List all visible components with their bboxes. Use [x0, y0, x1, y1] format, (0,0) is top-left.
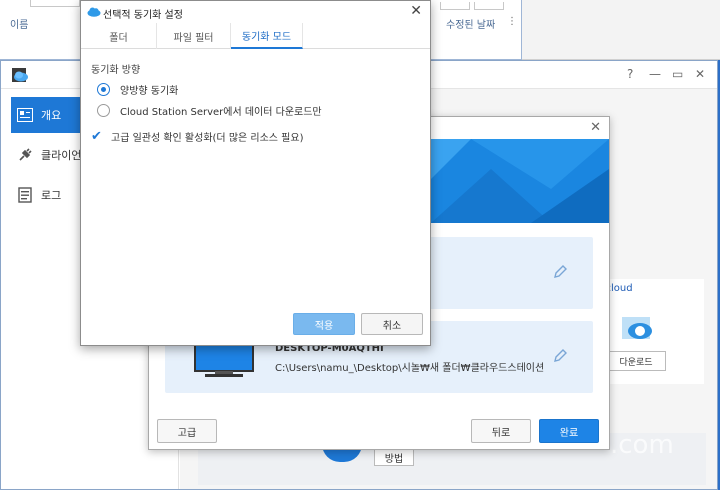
cloud-station-card: S cloud 다운로드: [596, 279, 704, 384]
cloud-icon: [87, 7, 101, 17]
more-vertical-icon[interactable]: ⋮: [507, 16, 517, 27]
plug-icon: [17, 147, 33, 163]
column-modified-header[interactable]: 수정된 날짜: [446, 16, 495, 31]
cloud-station-icon: [12, 68, 28, 82]
tab-bar: 폴더 파일 필터 동기화 모드: [81, 23, 430, 49]
advanced-button[interactable]: 고급: [157, 419, 217, 443]
dialog-title: 선택적 동기화 설정: [103, 10, 183, 21]
tab-sync-mode[interactable]: 동기화 모드: [231, 23, 303, 49]
tab-folder[interactable]: 폴더: [81, 23, 157, 49]
radio-button[interactable]: [97, 104, 110, 117]
close-icon[interactable]: ✕: [590, 120, 601, 135]
sync-direction-label: 동기화 방향: [91, 65, 141, 76]
radio-download-only[interactable]: Cloud Station Server에서 데이터 다운로드만: [97, 103, 322, 118]
selective-sync-dialog: 선택적 동기화 설정 ✕ 폴더 파일 필터 동기화 모드 동기화 방향 양방향 …: [80, 0, 431, 346]
help-icon[interactable]: ?: [627, 67, 633, 81]
maximize-icon[interactable]: ▭: [672, 67, 683, 81]
edit-icon[interactable]: [553, 265, 567, 279]
advanced-consistency-checkbox[interactable]: ✔ 고급 일관성 확인 활성화(더 많은 리소스 필요): [91, 129, 303, 144]
explorer-toolbar: [30, 0, 80, 7]
download-button[interactable]: 다운로드: [606, 351, 666, 371]
cancel-button[interactable]: 취소: [361, 313, 423, 335]
device-path: C:\Users\namu_\Desktop\시놀₩새 폴더₩클라우드스테이션: [275, 363, 545, 374]
sidebar-item-label: 로그: [41, 189, 62, 202]
radio-two-way-sync[interactable]: 양방향 동기화: [97, 82, 178, 97]
checkbox-label: 고급 일관성 확인 활성화(더 많은 리소스 필요): [111, 133, 304, 144]
sidebar-item-label: 개요: [41, 109, 62, 122]
radio-button[interactable]: [97, 83, 110, 96]
close-icon[interactable]: ✕: [410, 3, 422, 19]
log-icon: [17, 187, 33, 203]
radio-label: Cloud Station Server에서 데이터 다운로드만: [120, 107, 322, 118]
watermark-graphic: .com: [610, 430, 674, 460]
apply-button[interactable]: 적용: [293, 313, 355, 335]
checkmark-icon[interactable]: ✔: [91, 129, 105, 144]
desktop-area: [522, 0, 720, 60]
minimize-icon[interactable]: —: [649, 67, 661, 81]
column-name-header[interactable]: 이름: [10, 16, 28, 31]
close-icon[interactable]: ✕: [695, 67, 705, 81]
overview-icon: [17, 107, 33, 123]
back-button[interactable]: 뒤로: [471, 419, 531, 443]
wizard-banner: [431, 139, 609, 223]
edit-icon[interactable]: [553, 349, 567, 363]
radio-label: 양방향 동기화: [120, 86, 179, 97]
setup-button[interactable]: 방법: [374, 448, 414, 466]
explorer-view-buttons: [440, 0, 512, 10]
finish-button[interactable]: 완료: [539, 419, 599, 443]
cloud-download-icon: [622, 317, 652, 339]
tab-file-filter[interactable]: 파일 필터: [157, 23, 231, 49]
